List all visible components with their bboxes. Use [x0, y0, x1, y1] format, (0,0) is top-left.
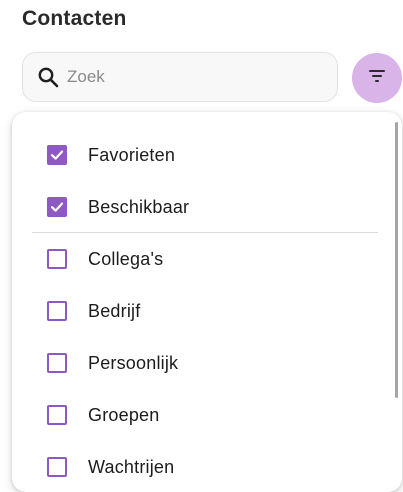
filter-option-wachtrijen[interactable]: Wachtrijen — [12, 445, 372, 489]
checkbox-unchecked[interactable] — [47, 249, 67, 269]
scrollbar[interactable] — [395, 122, 398, 398]
filter-option-label: Persoonlijk — [88, 352, 179, 373]
filter-button[interactable] — [352, 53, 402, 103]
checkbox-checked[interactable] — [47, 145, 67, 165]
checkbox-unchecked[interactable] — [47, 405, 67, 425]
search-input[interactable] — [65, 66, 309, 88]
filter-option-persoonlijk[interactable]: Persoonlijk — [12, 341, 372, 385]
filter-option-label: Wachtrijen — [88, 456, 175, 477]
filter-option-label: Favorieten — [88, 144, 176, 165]
filter-option-label: Beschikbaar — [88, 196, 190, 217]
filter-option-bedrijf[interactable]: Bedrijf — [12, 289, 372, 333]
filter-option-collegas[interactable]: Collega's — [12, 237, 372, 281]
search-bar[interactable] — [22, 52, 338, 102]
checkbox-checked[interactable] — [47, 197, 67, 217]
filter-option-label: Groepen — [88, 404, 160, 425]
checkbox-unchecked[interactable] — [47, 301, 67, 321]
filter-list-icon — [367, 68, 387, 89]
filter-option-favorieten[interactable]: Favorieten — [12, 133, 372, 177]
filter-dropdown: Favorieten Beschikbaar Collega's Bedrijf… — [12, 112, 402, 492]
divider — [32, 232, 378, 233]
checkbox-unchecked[interactable] — [47, 353, 67, 373]
search-icon — [37, 66, 59, 88]
filter-option-label: Collega's — [88, 248, 164, 269]
filter-option-label: Bedrijf — [88, 300, 141, 321]
checkbox-unchecked[interactable] — [47, 457, 67, 477]
filter-option-groepen[interactable]: Groepen — [12, 393, 372, 437]
page-title: Contacten — [22, 7, 127, 30]
filter-option-beschikbaar[interactable]: Beschikbaar — [12, 185, 372, 229]
